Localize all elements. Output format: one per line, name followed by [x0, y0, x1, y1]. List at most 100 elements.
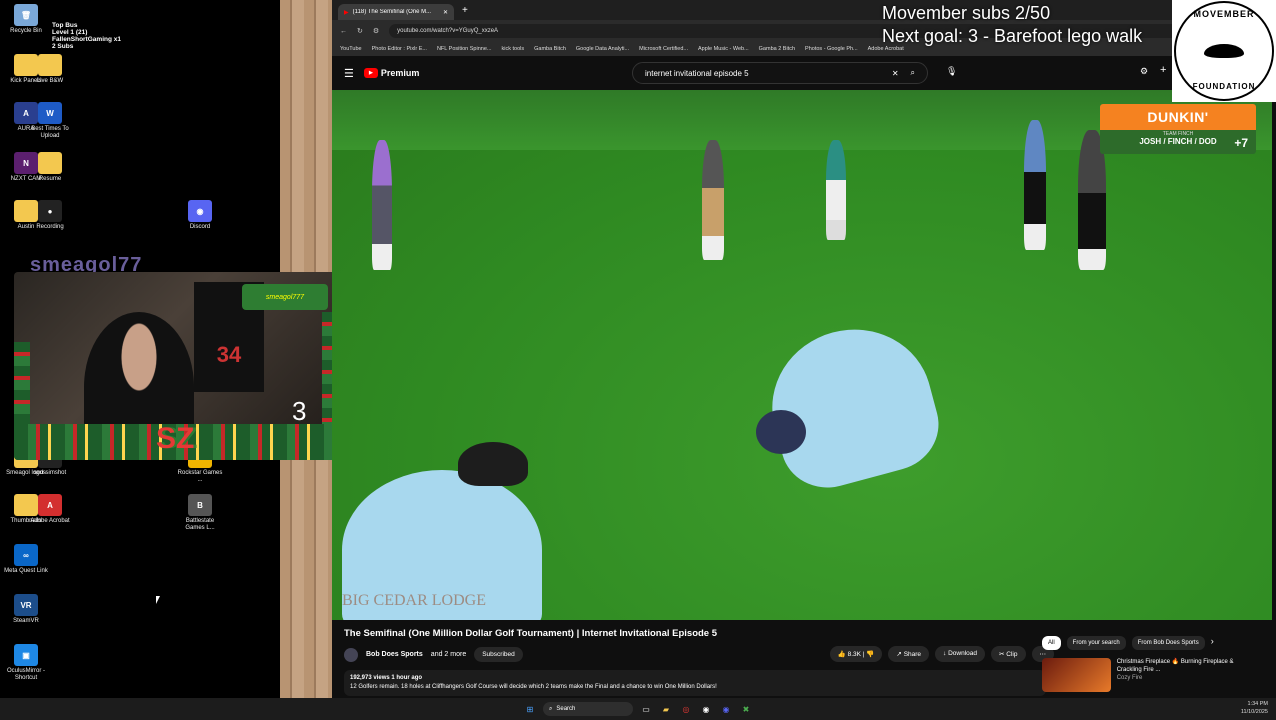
desktop-icon[interactable]: ◉ Discord — [176, 200, 224, 231]
recommended-video[interactable]: Christmas Fireplace 🔥 Burning Fireplace … — [1042, 658, 1256, 692]
desktop-icon[interactable]: VR SteamVR — [2, 594, 50, 625]
video-player[interactable]: DUNKIN' TEAM FINCH JOSH / FINCH / DOD +7… — [332, 90, 1272, 620]
back-icon[interactable]: ← — [340, 28, 347, 35]
desktop-icon[interactable]: ▣ OculusMirror - Shortcut — [2, 644, 50, 682]
recommended-title[interactable]: Christmas Fireplace 🔥 Burning Fireplace … — [1117, 658, 1256, 674]
filter-chip[interactable]: From your search — [1066, 636, 1126, 650]
bookmark-item[interactable]: Gamba 2 Bitch — [759, 46, 795, 52]
desktop-icon[interactable]: W Best Times To Upload — [26, 102, 74, 140]
desktop-icon[interactable]: ∞ Meta Quest Link — [2, 544, 50, 575]
share-label: Share — [903, 651, 922, 658]
desktop-icon-label: OculusMirror - Shortcut — [6, 668, 45, 681]
app-icon: ▣ — [14, 644, 38, 666]
golfer-cap — [458, 442, 528, 486]
search-input[interactable]: internet invitational episode 5 — [645, 69, 892, 78]
desktop-icon[interactable]: ● Recording — [26, 200, 74, 231]
microphone-icon[interactable]: 🎙 — [946, 66, 957, 77]
channel-avatar[interactable] — [344, 647, 358, 662]
desktop-icon[interactable]: 🗑 Recycle Bin — [2, 4, 50, 35]
obs-icon[interactable]: ◉ — [699, 702, 713, 716]
bookmark-item[interactable]: Google Data Analyti... — [576, 46, 629, 52]
clip-button[interactable]: ✂ Clip — [991, 646, 1026, 662]
bookmark-item[interactable]: Gamba Bitch — [534, 46, 566, 52]
channel-name[interactable]: Bob Does Sports — [366, 651, 423, 658]
desktop-icon-label: Resume — [38, 176, 62, 182]
create-icon[interactable]: ⚙ — [1140, 66, 1148, 77]
chevron-right-icon[interactable]: › — [1211, 636, 1214, 650]
badge-ring: MOVEMBER FOUNDATION — [1174, 1, 1274, 101]
video-watermark: BIG CEDAR LODGE — [342, 592, 486, 609]
desktop-icon[interactable]: A Adobe Acrobat — [26, 494, 74, 525]
movember-badge: MOVEMBER FOUNDATION — [1172, 0, 1276, 102]
bookmark-item[interactable]: Photos - Google Ph... — [805, 46, 858, 52]
spectator — [826, 140, 846, 240]
desktop-icon-label: Adobe Acrobat — [30, 518, 70, 524]
browser-tab[interactable]: ▶ (118) The Semifinal (One M... ✕ — [338, 4, 454, 20]
desktop-icon-label: Recycle Bin — [10, 28, 42, 34]
recommended-thumbnail[interactable] — [1042, 658, 1111, 692]
clip-label: Clip — [1006, 651, 1018, 658]
desktop-icon[interactable]: Resume — [26, 152, 74, 183]
filter-chip[interactable]: All — [1042, 636, 1061, 650]
search-box[interactable]: internet invitational episode 5 ✕ ⌕ — [632, 62, 928, 84]
desktop-icon[interactable]: Live B&W — [26, 54, 74, 85]
youtube-header: ☰ ▶ Premium internet invitational episod… — [332, 56, 1276, 90]
team-scoreboard: DUNKIN' TEAM FINCH JOSH / FINCH / DOD +7 — [1100, 104, 1256, 154]
tune-icon[interactable]: ⚙ — [373, 27, 379, 35]
like-button[interactable]: 👍 8.3K | 👎 — [829, 646, 883, 662]
share-button[interactable]: ↗ Share — [888, 646, 930, 662]
spectator — [702, 140, 724, 260]
goal-line-2: Next goal: 3 - Barefoot lego walk — [882, 26, 1143, 46]
add-icon[interactable]: + — [1160, 64, 1166, 76]
dislike-icon[interactable]: 👎 — [866, 651, 874, 658]
task-view-icon[interactable]: ▭ — [639, 702, 653, 716]
download-label: Download — [948, 650, 978, 657]
youtube-logo[interactable]: ▶ Premium — [363, 68, 419, 78]
system-tray[interactable]: 1:34 PM 11/10/2025 — [1241, 700, 1268, 716]
reload-icon[interactable]: ↻ — [357, 27, 363, 35]
download-button[interactable]: ↓ Download — [935, 646, 986, 662]
tab-close-icon[interactable]: ✕ — [443, 9, 448, 16]
filter-chip[interactable]: From Bob Does Sports — [1131, 636, 1205, 650]
taskbar-search[interactable]: ⌕ Search — [543, 702, 633, 716]
spectator — [1024, 120, 1046, 250]
channel-logo-icon: SZ — [156, 422, 195, 455]
app-icon: ∞ — [14, 544, 38, 566]
start-button-icon[interactable]: ⊞ — [523, 702, 537, 716]
bookmark-item[interactable]: Microsoft Certified... — [639, 46, 688, 52]
app-icon: VR — [14, 594, 38, 616]
sub-alert-line1: Level 1 (21) — [52, 29, 88, 36]
description-box[interactable]: 192,973 views 1 hour ago 12 Golfers rema… — [344, 670, 1046, 696]
sponsor-logo: DUNKIN' — [1100, 104, 1256, 130]
app-icon: 🗑 — [14, 4, 38, 26]
sub-alert-line3: 2 Subs — [52, 43, 74, 50]
app-icon: ● — [38, 200, 62, 222]
desktop-icon-label: SteamVR — [13, 618, 39, 624]
video-actions: 👍 8.3K | 👎 ↗ Share ↓ Download ✂ Clip ⋯ — [829, 646, 1054, 662]
discord-icon[interactable]: ◉ — [719, 702, 733, 716]
desktop-icon-label: Recording — [36, 224, 64, 230]
app-icon — [38, 54, 62, 76]
bookmark-item[interactable]: Apple Music - Web... — [698, 46, 749, 52]
new-tab-icon[interactable]: + — [462, 5, 468, 16]
app-icon — [38, 152, 62, 174]
bookmark-item[interactable]: YouTube — [340, 46, 362, 52]
desktop-icon[interactable]: B Battlestate Games L... — [176, 494, 224, 532]
subscribed-button[interactable]: Subscribed — [474, 647, 523, 662]
filter-chips: All From your search From Bob Does Sports › — [1042, 636, 1256, 650]
app-icon: A — [38, 494, 62, 516]
bookmark-item[interactable]: kick tools — [501, 46, 524, 52]
xbox-icon[interactable]: ✖ — [739, 702, 753, 716]
desktop-icon-label: Best Times To Upload — [31, 126, 69, 139]
team-score: +7 — [1234, 136, 1248, 150]
chrome-icon[interactable]: ◎ — [679, 702, 693, 716]
bookmark-item[interactable]: Photo Editor : Pixlr E... — [372, 46, 427, 52]
search-icon[interactable]: ⌕ — [911, 68, 915, 78]
clear-search-icon[interactable]: ✕ — [892, 69, 899, 78]
golfer-bending — [755, 311, 949, 499]
collab-suffix[interactable]: and 2 more — [431, 651, 466, 658]
stream-goal-overlay: Movember subs 2/50 Next goal: 3 - Barefo… — [882, 2, 1142, 48]
menu-icon[interactable]: ☰ — [344, 67, 354, 80]
bookmark-item[interactable]: NFL Position Spinne... — [437, 46, 492, 52]
file-explorer-icon[interactable]: ▰ — [659, 702, 673, 716]
